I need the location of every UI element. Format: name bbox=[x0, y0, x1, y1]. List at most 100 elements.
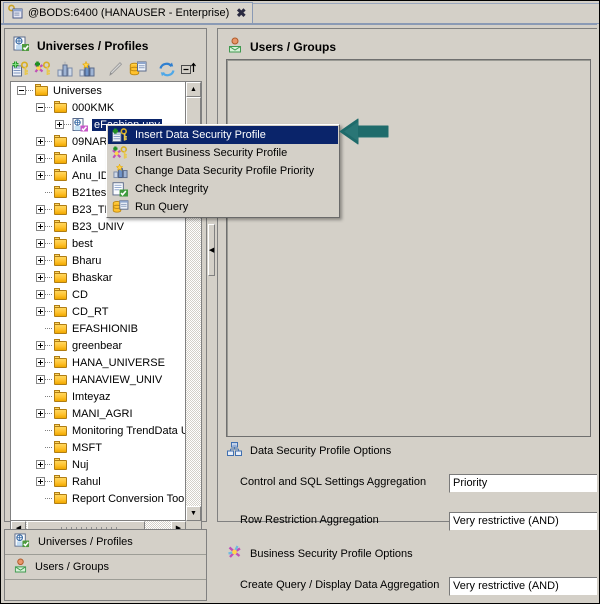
folder-icon bbox=[53, 186, 69, 199]
create-query-display-data-aggregation-input[interactable]: Very restrictive (AND) bbox=[449, 577, 599, 596]
run-query-icon[interactable] bbox=[127, 59, 149, 80]
folder-icon bbox=[53, 101, 69, 114]
tree-expander-icon[interactable] bbox=[36, 358, 45, 367]
tree-item[interactable]: CD_RT bbox=[11, 303, 187, 320]
tree-expander-icon[interactable] bbox=[36, 205, 45, 214]
context-menu[interactable]: Insert Data Security Profile Insert Busin… bbox=[106, 124, 340, 218]
tree-expander-icon[interactable] bbox=[36, 273, 45, 282]
tree-connector bbox=[45, 362, 53, 363]
context-menu-item[interactable]: Run Query bbox=[108, 198, 338, 216]
tree-item-label: Universes bbox=[53, 84, 102, 97]
folder-icon bbox=[53, 237, 69, 250]
tree-item[interactable]: HANA_UNIVERSE bbox=[11, 354, 187, 371]
tree-item[interactable]: B23_UNIV bbox=[11, 218, 187, 235]
folder-icon bbox=[53, 288, 69, 301]
tree-item[interactable]: MANI_AGRI bbox=[11, 405, 187, 422]
tree-item[interactable]: Rahul bbox=[11, 473, 187, 490]
tree-item-label: CD_RT bbox=[72, 305, 109, 318]
tree-expander-icon[interactable] bbox=[55, 120, 64, 129]
collapse-all-icon[interactable] bbox=[178, 59, 200, 80]
folder-icon bbox=[53, 305, 69, 318]
context-menu-item[interactable]: Check Integrity bbox=[108, 180, 338, 198]
tree-expander-icon[interactable] bbox=[36, 460, 45, 469]
tree-expander-icon[interactable] bbox=[36, 256, 45, 265]
tree-connector bbox=[45, 379, 53, 380]
sidebar-item-universes-profiles[interactable]: Universes / Profiles bbox=[5, 530, 206, 555]
context-menu-item[interactable]: Insert Business Security Profile bbox=[108, 144, 338, 162]
tree-item[interactable]: Bharu bbox=[11, 252, 187, 269]
tree-item-label: Imteyaz bbox=[72, 390, 111, 403]
splitter-handle[interactable]: ◀ bbox=[208, 224, 215, 276]
scroll-down-button[interactable]: ▼ bbox=[186, 506, 201, 521]
tree-item[interactable]: MSFT bbox=[11, 439, 187, 456]
tree-expander-icon[interactable] bbox=[36, 409, 45, 418]
tree-item[interactable]: best bbox=[11, 235, 187, 252]
application-window: @BODS:6400 (HANAUSER - Enterprise) ✖ Uni… bbox=[0, 0, 600, 604]
tree-item-label: B21tes bbox=[72, 186, 107, 199]
business-security-profile-icon bbox=[227, 545, 242, 562]
control-sql-settings-aggregation-input[interactable]: Priority bbox=[449, 474, 599, 493]
tree-expander-icon[interactable] bbox=[36, 222, 45, 231]
section-heading-text: Business Security Profile Options bbox=[250, 547, 413, 560]
universe-profiles-icon bbox=[14, 533, 30, 551]
left-pane-title: Universes / Profiles bbox=[37, 38, 149, 53]
close-icon[interactable]: ✖ bbox=[236, 7, 246, 19]
refresh-icon[interactable] bbox=[156, 59, 178, 80]
scroll-up-button[interactable]: ▲ bbox=[186, 82, 201, 97]
tree-item[interactable]: HANAVIEW_UNIV bbox=[11, 371, 187, 388]
folder-icon bbox=[53, 458, 69, 471]
tree-item[interactable]: Imteyaz bbox=[11, 388, 187, 405]
insert-data-security-profile-icon bbox=[112, 127, 129, 143]
insert-business-security-profile-icon[interactable] bbox=[32, 59, 54, 80]
tree-item[interactable]: EFASHIONIB bbox=[11, 320, 187, 337]
tree-collapse-icon[interactable] bbox=[17, 86, 26, 95]
data-security-profile-options-section: Data Security Profile Options Control an… bbox=[218, 442, 599, 531]
users-groups-icon bbox=[14, 558, 27, 576]
window-right-edge bbox=[597, 24, 599, 603]
tree-item[interactable]: Universes bbox=[11, 82, 187, 99]
tree-item[interactable]: greenbear bbox=[11, 337, 187, 354]
tree-connector bbox=[45, 498, 53, 499]
tree-expander-icon[interactable] bbox=[36, 290, 45, 299]
change-priority-icon bbox=[112, 163, 129, 179]
users-groups-list[interactable] bbox=[226, 59, 591, 437]
tree-connector bbox=[45, 243, 53, 244]
context-menu-item[interactable]: Change Data Security Profile Priority bbox=[108, 162, 338, 180]
tree-item-label: Anila bbox=[72, 152, 97, 165]
insert-data-security-profile-icon[interactable] bbox=[10, 59, 32, 80]
users-groups-pane: Users / Groups Data Security Profile Opt… bbox=[217, 28, 599, 596]
tree-expander-icon[interactable] bbox=[36, 375, 45, 384]
tree-item[interactable]: Monitoring TrendData Ur bbox=[11, 422, 187, 439]
tree-expander-icon[interactable] bbox=[36, 477, 45, 486]
tree-item-label: CD bbox=[72, 288, 88, 301]
tree-item[interactable]: 000KMK bbox=[11, 99, 187, 116]
tree-item[interactable]: Nuj bbox=[11, 456, 187, 473]
tree-collapse-icon[interactable] bbox=[36, 103, 45, 112]
folder-icon bbox=[53, 220, 69, 233]
tree-expander-icon[interactable] bbox=[36, 341, 45, 350]
tree-expander-icon[interactable] bbox=[36, 137, 45, 146]
pane-splitter[interactable]: ◀ bbox=[207, 28, 217, 522]
section-heading-text: Data Security Profile Options bbox=[250, 444, 392, 457]
sidebar-item-label: Universes / Profiles bbox=[38, 536, 133, 548]
folder-icon bbox=[53, 339, 69, 352]
change-data-security-profile-priority-icon[interactable] bbox=[76, 59, 98, 80]
tree-item[interactable]: CD bbox=[11, 286, 187, 303]
tree-expander-icon[interactable] bbox=[36, 154, 45, 163]
tree-expander-icon[interactable] bbox=[36, 307, 45, 316]
context-menu-item[interactable]: Insert Data Security Profile bbox=[108, 126, 338, 144]
sidebar-item-users-groups[interactable]: Users / Groups bbox=[5, 555, 206, 580]
tree-expander-icon[interactable] bbox=[36, 239, 45, 248]
tree-item[interactable]: Report Conversion Tool I bbox=[11, 490, 187, 507]
session-tab[interactable]: @BODS:6400 (HANAUSER - Enterprise) ✖ bbox=[3, 2, 254, 23]
tree-connector bbox=[45, 260, 53, 261]
tab-strip-empty-area bbox=[249, 3, 599, 24]
data-security-profile-priority-icon[interactable] bbox=[54, 59, 76, 80]
tree-item[interactable]: Bhaskar bbox=[11, 269, 187, 286]
row-restriction-aggregation-input[interactable]: Very restrictive (AND) bbox=[449, 512, 599, 531]
context-menu-item-label: Run Query bbox=[135, 201, 189, 213]
tree-expander-icon[interactable] bbox=[36, 171, 45, 180]
